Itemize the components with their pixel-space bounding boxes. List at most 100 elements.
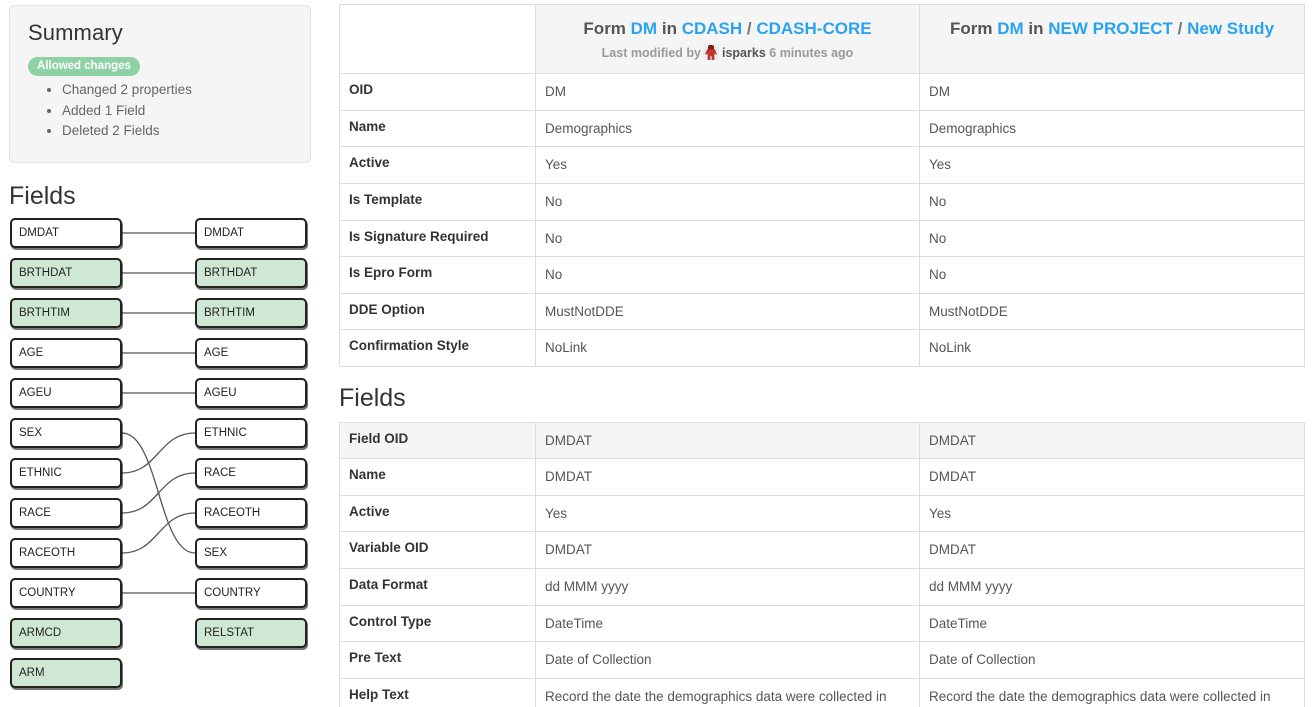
summary-title: Summary [28,20,123,45]
row-label: Field OID [339,421,536,460]
table-row: Variable OID DMDAT DMDAT [339,531,1305,569]
row-value-source: Date of Collection [535,641,920,679]
list-item: Added 1 Field [62,101,292,122]
row-value-target: dd MMM yyyy [919,568,1305,606]
row-value-source: MustNotDDE [535,292,920,331]
form-word: Form [949,19,993,38]
field-box-right[interactable]: COUNTRY [195,578,307,608]
field-box-right[interactable]: RACEOTH [195,498,307,528]
field-box-right[interactable]: AGEU [195,378,307,408]
modified-by-user[interactable]: isparks [722,46,766,60]
row-value-target: MustNotDDE [919,292,1305,331]
header-cell-source: Form DM in CDASH / CDASH-CORE Last modif… [535,3,920,75]
field-box-right[interactable]: BRTHDAT [195,258,307,288]
table-row: Pre Text Date of Collection Date of Collec… [339,641,1305,679]
row-value-source: DM [535,73,920,111]
row-value-source: No [535,256,920,294]
row-value-target: Record the date the demographics data we… [919,677,1305,707]
table-row: DDE Option MustNotDDE MustNotDDE [339,292,1305,331]
field-box-right[interactable]: BRTHTIM [195,298,307,328]
field-box-right[interactable]: RELSTAT [195,618,307,648]
field-box-left[interactable]: ETHNIC [10,458,122,488]
table-header-row: Form DM in CDASH / CDASH-CORE Last modif… [339,3,1305,75]
row-value-target: Demographics [919,109,1305,148]
row-label: Is Signature Required [339,219,536,258]
field-box-left[interactable]: AGE [10,338,122,368]
project-link[interactable]: NEW PROJECT [1048,19,1173,38]
row-value-source: dd MMM yyyy [535,568,920,606]
row-label: Variable OID [339,531,536,569]
row-value-source: DMDAT [535,458,920,496]
row-value-target: DMDAT [919,458,1305,496]
table-row: Data Format dd MMM yyyy dd MMM yyyy [339,568,1305,606]
row-value-source: Record the date the demographics data we… [535,677,920,707]
field-mapping-diagram: DMDAT BRTHDAT BRTHTIM AGE AGEU SEX ETHNI… [0,218,330,698]
last-modified-info: Last modified by isparks 6 minutes ago [546,44,909,61]
row-label: Pre Text [339,641,536,679]
allowed-changes-badge: Allowed changes [28,57,140,76]
row-value-target: DMDAT [919,421,1305,460]
field-box-left[interactable]: RACEOTH [10,538,122,568]
modified-timestamp: 6 minutes ago [769,46,854,61]
list-item: Changed 2 properties [62,80,292,101]
row-value-target: DateTime [919,604,1305,643]
row-label: Confirmation Style [339,329,536,367]
form-properties-table: Form DM in CDASH / CDASH-CORE Last modif… [339,3,1305,367]
field-box-right[interactable]: ETHNIC [195,418,307,448]
field-box-left[interactable]: ARMCD [10,618,122,648]
row-value-source: NoLink [535,329,920,367]
row-value-target: DMDAT [919,531,1305,569]
row-label: Is Template [339,182,536,221]
table-row: Active Yes Yes [339,494,1305,533]
field-box-left[interactable]: BRTHDAT [10,258,122,288]
row-value-source: Yes [535,494,920,533]
row-value-source: Demographics [535,109,920,148]
row-value-target: No [919,182,1305,221]
user-avatar-icon [703,44,719,61]
field-box-right[interactable]: SEX [195,538,307,568]
row-label: DDE Option [339,292,536,331]
path-separator: / [1177,19,1183,38]
table-row: Active Yes Yes [339,146,1305,184]
field-box-left[interactable]: BRTHTIM [10,298,122,328]
field-box-right[interactable]: RACE [195,458,307,488]
row-value-target: No [919,219,1305,258]
row-value-target: No [919,256,1305,294]
field-box-left[interactable]: DMDAT [10,218,122,248]
form-link[interactable]: DM [997,19,1023,38]
header-blank-cell [339,3,536,75]
left-column: Summary Allowed changes Changed 2 proper… [0,0,330,707]
study-link[interactable]: CDASH-CORE [756,19,871,38]
form-word: Form [583,19,626,38]
study-link[interactable]: New Study [1187,19,1274,38]
field-box-right[interactable]: AGE [195,338,307,368]
fields-map-heading: Fields [9,182,76,210]
field-box-left[interactable]: ARM [10,658,122,688]
fields-table-heading: Fields [339,383,406,412]
field-box-left[interactable]: SEX [10,418,122,448]
table-row: OID DM DM [339,73,1305,111]
field-box-right[interactable]: DMDAT [195,218,307,248]
field-box-left[interactable]: RACE [10,498,122,528]
table-row: Name Demographics Demographics [339,109,1305,148]
row-label: Data Format [339,568,536,606]
comparison-panel: Form DM in CDASH / CDASH-CORE Last modif… [339,3,1307,707]
table-row: Is Template No No [339,182,1305,221]
row-value-target: Date of Collection [919,641,1305,679]
in-word: in [661,19,677,38]
row-label: Name [339,458,536,496]
row-label: OID [339,73,536,111]
list-item: Deleted 2 Fields [62,121,292,142]
row-value-target: NoLink [919,329,1305,367]
field-box-left[interactable]: COUNTRY [10,578,122,608]
table-row: Name DMDAT DMDAT [339,458,1305,496]
row-label: Name [339,109,536,148]
path-separator: / [746,19,752,38]
row-value-source: DMDAT [535,531,920,569]
summary-card: Summary Allowed changes Changed 2 proper… [9,5,311,163]
project-link[interactable]: CDASH [682,19,742,38]
header-cell-target: Form DM in NEW PROJECT / New Study [919,3,1305,75]
source-form-title: Form DM in CDASH / CDASH-CORE [546,18,909,39]
field-box-left[interactable]: AGEU [10,378,122,408]
form-link[interactable]: DM [631,19,657,38]
